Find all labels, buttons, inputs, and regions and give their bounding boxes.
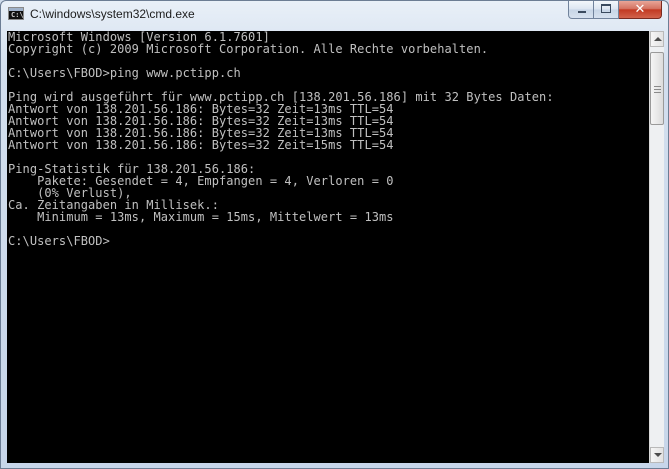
minimize-button[interactable] bbox=[568, 1, 594, 19]
console-output[interactable]: Microsoft Windows [Version 6.1.7601] Copy… bbox=[7, 31, 649, 463]
maximize-icon bbox=[601, 4, 611, 13]
cmd-window: C:\ C:\windows\system32\cmd.exe ✕ Micros… bbox=[0, 0, 669, 469]
grip-line-icon bbox=[654, 92, 661, 93]
grip-line-icon bbox=[654, 89, 661, 90]
close-icon: ✕ bbox=[634, 2, 646, 17]
cmd-icon-text: C:\ bbox=[11, 11, 24, 19]
minimize-icon bbox=[578, 11, 586, 13]
down-arrow-icon bbox=[654, 453, 662, 457]
vertical-scrollbar[interactable] bbox=[649, 31, 664, 463]
grip-line-icon bbox=[654, 86, 661, 87]
scroll-down-button[interactable] bbox=[650, 447, 664, 463]
console-line: Copyright (c) 2009 Microsoft Corporation… bbox=[8, 42, 489, 56]
scroll-thumb[interactable] bbox=[650, 52, 664, 125]
cmd-icon[interactable]: C:\ bbox=[8, 7, 24, 20]
caption-buttons: ✕ bbox=[568, 1, 662, 21]
console-line: C:\Users\FBOD> bbox=[8, 234, 110, 248]
up-arrow-icon bbox=[654, 37, 662, 41]
title-bar[interactable]: C:\ C:\windows\system32\cmd.exe ✕ bbox=[1, 1, 668, 31]
console-line: C:\Users\FBOD>ping www.pctipp.ch bbox=[8, 66, 241, 80]
console-line: Minimum = 13ms, Maximum = 15ms, Mittelwe… bbox=[8, 210, 394, 224]
close-button[interactable]: ✕ bbox=[619, 1, 662, 19]
window-title: C:\windows\system32\cmd.exe bbox=[30, 7, 195, 21]
console-line: Antwort von 138.201.56.186: Bytes=32 Zei… bbox=[8, 138, 394, 152]
maximize-button[interactable] bbox=[594, 1, 619, 19]
scroll-up-button[interactable] bbox=[650, 31, 664, 47]
